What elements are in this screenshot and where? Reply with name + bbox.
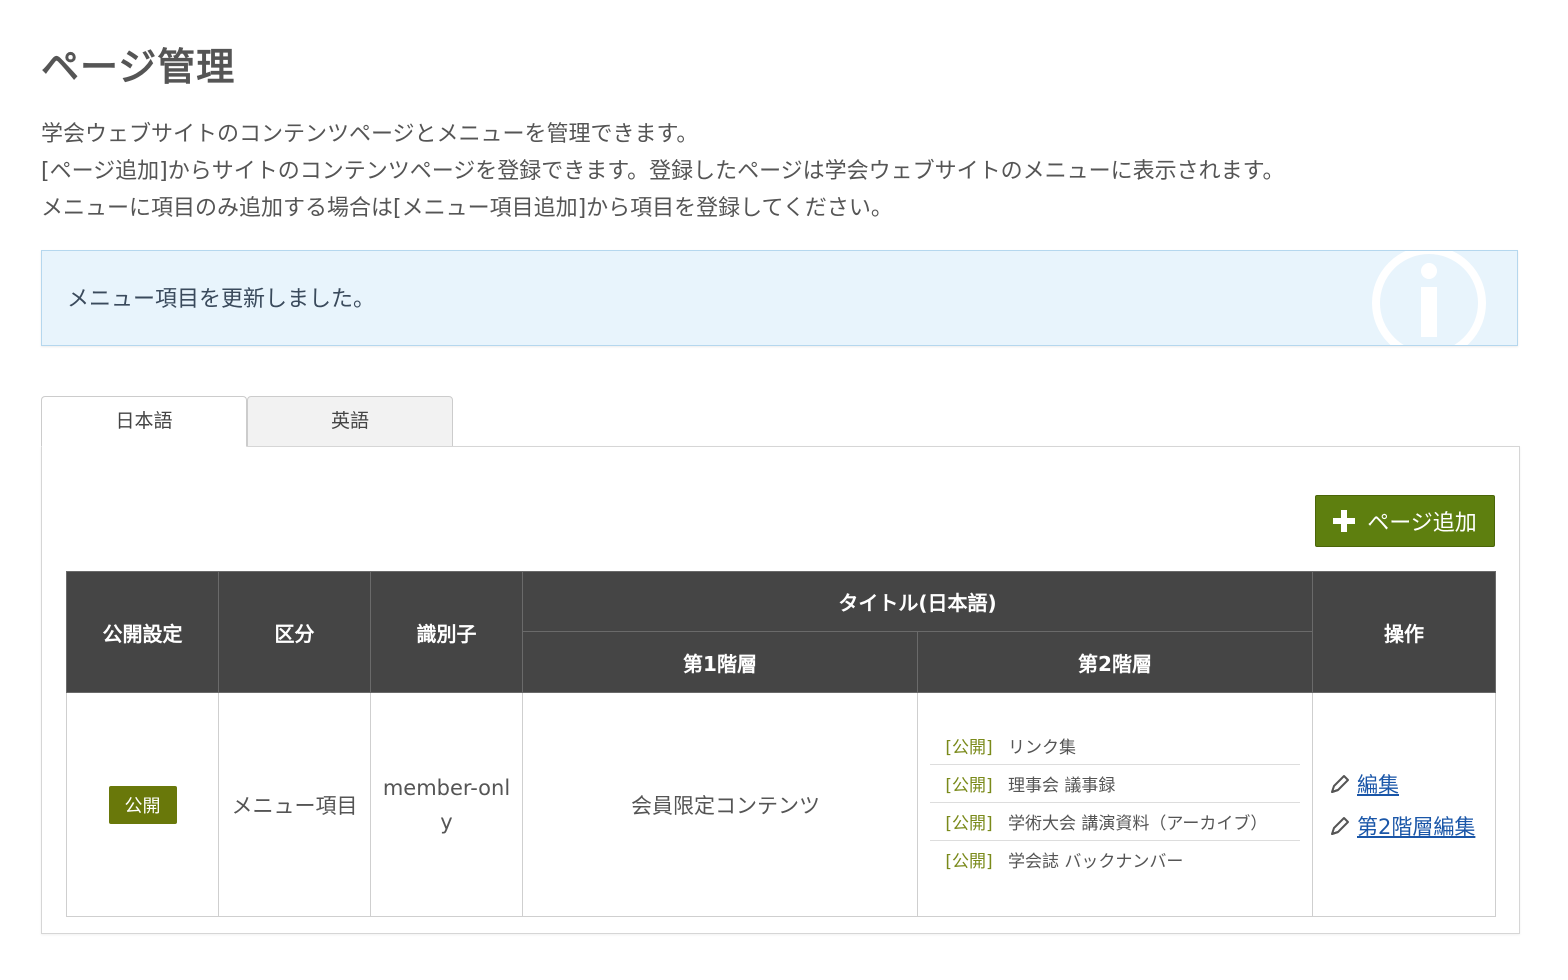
child-title: 理事会 議事録 [1008, 776, 1116, 796]
header-level2: 第2階層 [917, 631, 1313, 693]
success-alert: メニュー項目を更新しました。 [41, 250, 1518, 346]
header-category: 区分 [218, 571, 371, 693]
edit-action: 編集 [1329, 769, 1494, 799]
intro-text: 学会ウェブサイトのコンテンツページとメニューを管理できます。 [ページ追加]から… [41, 116, 1511, 227]
tab-japanese[interactable]: 日本語 [41, 396, 247, 447]
level2-list-cell: [公開] リンク集 [公開] 理事会 議事録 [公開] 学術大会 講演資料（アー… [917, 692, 1313, 917]
page-table: 公開設定 区分 識別子 タイトル(日本語) 操作 第1階層 第2階層 公開 メニ… [66, 571, 1496, 917]
status-badge: 公開 [108, 785, 177, 824]
header-level1: 第1階層 [522, 631, 918, 693]
add-page-label: ページ追加 [1367, 511, 1477, 536]
level1-title-cell: 会員限定コンテンツ [522, 692, 918, 917]
tab-english[interactable]: 英語 [247, 396, 453, 447]
plus-icon [1333, 510, 1356, 532]
edit-level2-action: 第2階層編集 [1329, 811, 1494, 841]
list-item: [公開] リンク集 [930, 727, 1300, 765]
list-item: [公開] 理事会 議事録 [930, 765, 1300, 803]
status-cell: 公開 [66, 692, 219, 917]
header-actions: 操作 [1312, 571, 1496, 693]
child-status: [公開] [945, 814, 993, 834]
info-icon [1372, 251, 1486, 345]
alert-message: メニュー項目を更新しました。 [67, 287, 376, 312]
child-title: リンク集 [1008, 738, 1076, 758]
list-item: [公開] 学術大会 講演資料（アーカイブ） [930, 803, 1300, 841]
edit-level2-link[interactable]: 第2階層編集 [1357, 811, 1475, 841]
header-title-group: タイトル(日本語) [522, 571, 1313, 632]
pencil-icon [1331, 816, 1349, 835]
add-page-button[interactable]: ページ追加 [1315, 495, 1495, 547]
child-title: 学術大会 講演資料（アーカイブ） [1008, 814, 1268, 834]
child-status: [公開] [945, 776, 993, 796]
table-row: 公開 メニュー項目 member-only 会員限定コンテンツ [公開] リンク… [66, 692, 1496, 917]
tab-panel: ページ追加 公開設定 区分 識別子 タイトル(日本語) 操作 第1階層 第2階層… [41, 446, 1520, 934]
intro-line-2: [ページ追加]からサイトのコンテンツページを登録できます。登録したページは学会ウ… [41, 159, 1285, 184]
intro-line-1: 学会ウェブサイトのコンテンツページとメニューを管理できます。 [41, 122, 699, 147]
child-status: [公開] [945, 738, 993, 758]
header-status: 公開設定 [66, 571, 219, 693]
list-item: [公開] 学会誌 バックナンバー [930, 841, 1300, 878]
child-status: [公開] [945, 852, 993, 872]
pencil-icon [1331, 774, 1349, 793]
identifier-cell: member-only [370, 692, 523, 917]
page-title: ページ管理 [41, 45, 236, 89]
actions-cell: 編集 第2階層編集 [1312, 692, 1496, 917]
child-title: 学会誌 バックナンバー [1008, 852, 1184, 872]
header-identifier: 識別子 [370, 571, 523, 693]
intro-line-3: メニューに項目のみ追加する場合は[メニュー項目追加]から項目を登録してください。 [41, 196, 893, 221]
edit-link[interactable]: 編集 [1357, 769, 1399, 799]
category-cell: メニュー項目 [218, 692, 371, 917]
